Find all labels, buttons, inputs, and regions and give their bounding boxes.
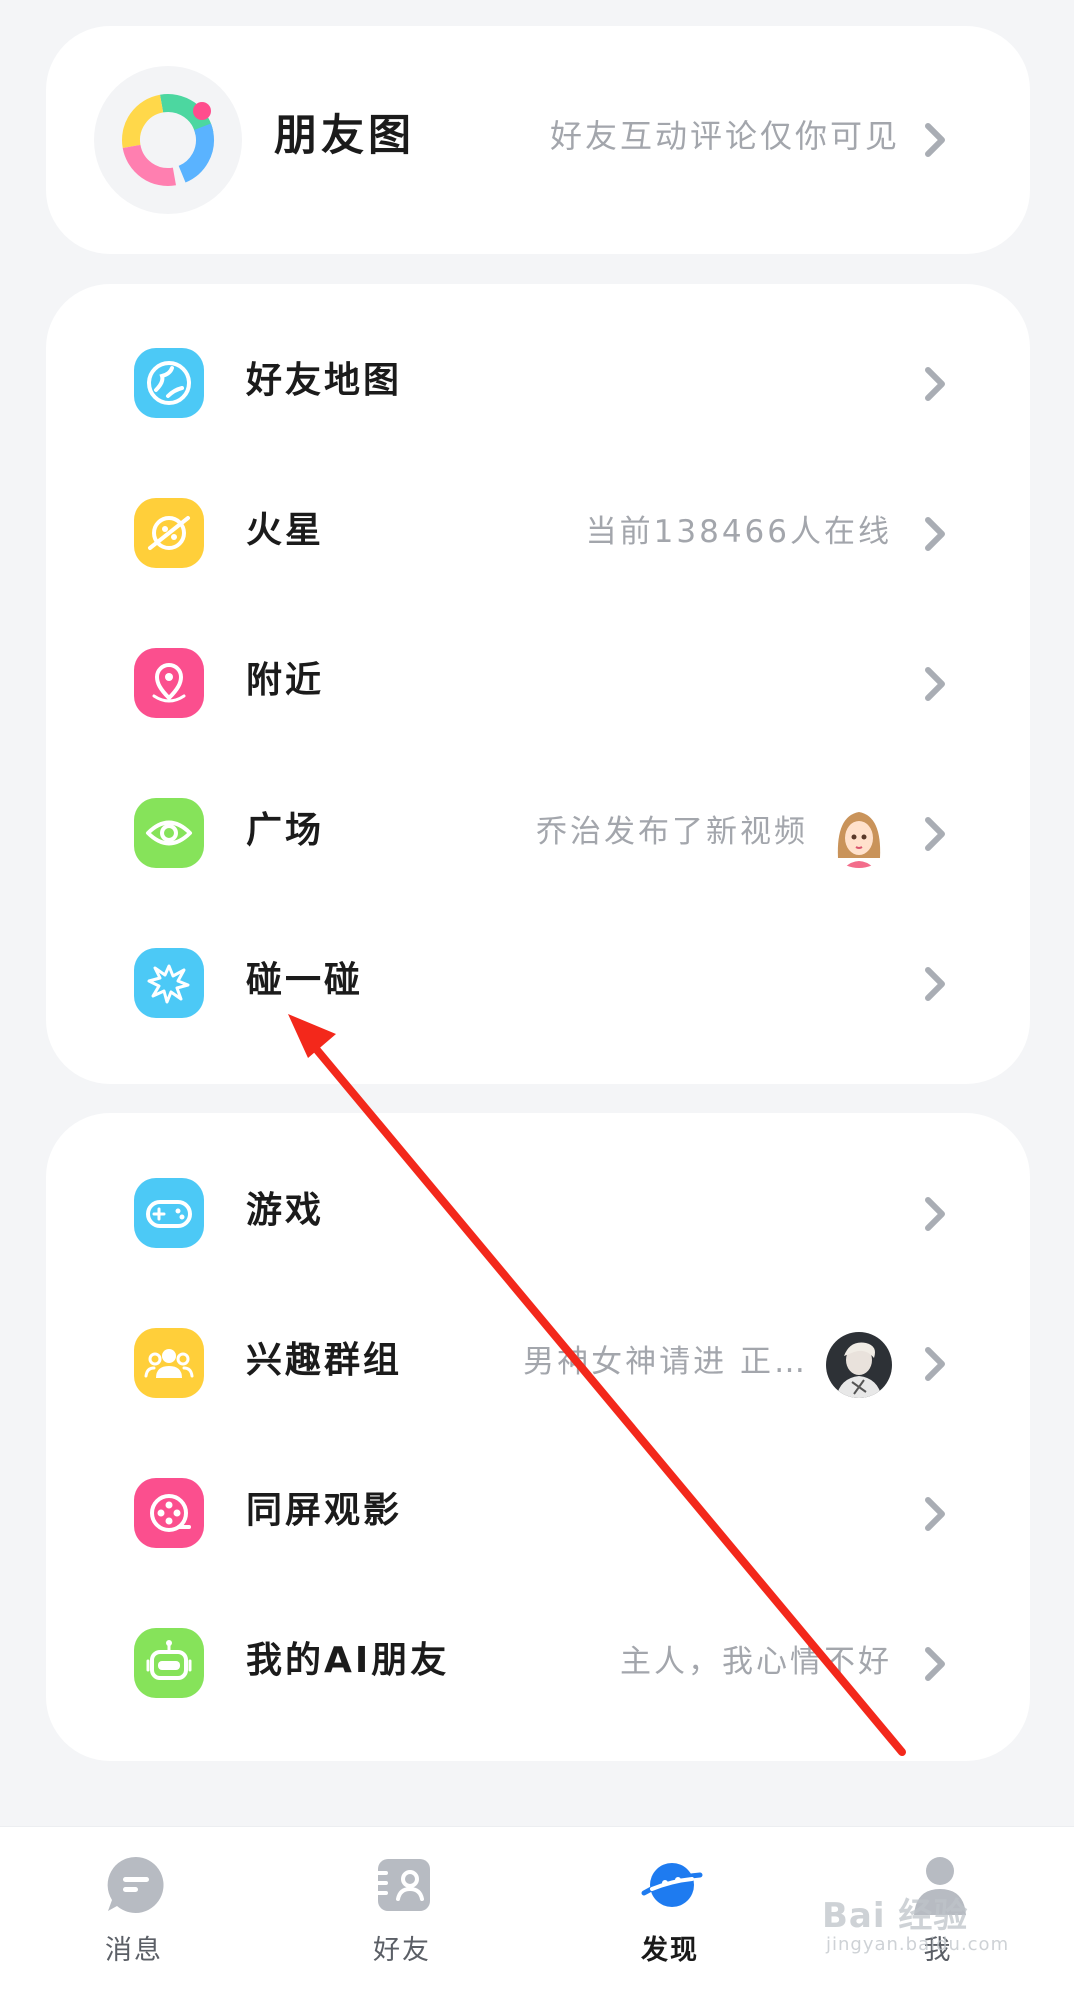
chevron-right-icon	[925, 367, 945, 401]
gamepad-icon	[134, 1178, 204, 1248]
feature-row-nearby[interactable]: 附近	[46, 608, 1030, 758]
avatar	[826, 1332, 892, 1398]
moments-title: 朋友图	[274, 111, 415, 161]
feature-row-square[interactable]: 广场 乔治发布了新视频	[46, 758, 1030, 908]
feature-row-friend-map[interactable]: 好友地图	[46, 308, 1030, 458]
planet-icon	[134, 498, 204, 568]
chevron-right-icon	[925, 123, 945, 157]
extra-label: 兴趣群组	[246, 1340, 403, 1381]
group-preview-text: 男神女神请进 正…	[523, 1344, 808, 1380]
watermark-url: jingyan.baidu.com	[826, 1934, 1010, 1955]
tab-label: 发现	[641, 1935, 699, 1966]
square-update-text: 乔治发布了新视频	[536, 814, 808, 850]
contacts-icon	[374, 1859, 430, 1911]
baidu-watermark: Bai 经验 jingyan.baidu.com	[822, 1888, 1032, 1968]
extra-label: 同屏观影	[246, 1490, 403, 1531]
extras-card: 游戏 兴趣群组 男神女神请进 正… 同屏观影 我的AI朋友 主人，我心情不好	[46, 1113, 1030, 1761]
tab-label: 好友	[373, 1935, 431, 1966]
extra-row-watch-together[interactable]: 同屏观影	[46, 1438, 1030, 1588]
chevron-right-icon	[925, 1647, 945, 1681]
extra-row-games[interactable]: 游戏	[46, 1138, 1030, 1288]
online-count: 当前138466人在线	[585, 514, 892, 550]
feature-label: 附近	[246, 660, 325, 701]
burst-icon	[134, 948, 204, 1018]
chevron-right-icon	[925, 1197, 945, 1231]
ai-friend-message: 主人，我心情不好	[620, 1644, 892, 1680]
tab-friends[interactable]: 好友	[268, 1827, 536, 1992]
moments-card[interactable]: 朋友图 好友互动评论仅你可见	[46, 26, 1030, 254]
chevron-right-icon	[925, 667, 945, 701]
location-pin-icon	[134, 648, 204, 718]
chevron-right-icon	[925, 1347, 945, 1381]
chevron-right-icon	[925, 1497, 945, 1531]
extra-label: 游戏	[246, 1190, 325, 1231]
tab-discover[interactable]: 发现	[536, 1827, 804, 1992]
feature-label: 好友地图	[246, 360, 403, 401]
film-reel-icon	[134, 1478, 204, 1548]
eye-icon	[134, 798, 204, 868]
chevron-right-icon	[925, 517, 945, 551]
chevron-right-icon	[925, 817, 945, 851]
globe-icon	[134, 348, 204, 418]
extra-row-interest-groups[interactable]: 兴趣群组 男神女神请进 正…	[46, 1288, 1030, 1438]
moments-logo-icon	[94, 66, 242, 214]
feature-label: 火星	[246, 510, 325, 551]
planet-icon	[641, 1863, 703, 1907]
message-bubble-icon	[107, 1856, 164, 1913]
tab-label: 消息	[105, 1935, 163, 1966]
feature-label: 碰一碰	[246, 960, 364, 1001]
feature-row-bump[interactable]: 碰一碰	[46, 908, 1030, 1058]
avatar	[826, 802, 892, 868]
extra-row-ai-friend[interactable]: 我的AI朋友 主人，我心情不好	[46, 1588, 1030, 1738]
feature-label: 广场	[246, 810, 325, 851]
extra-label: 我的AI朋友	[246, 1640, 450, 1681]
moments-subtitle: 好友互动评论仅你可见	[549, 117, 900, 155]
tab-messages[interactable]: 消息	[0, 1827, 268, 1992]
features-card: 好友地图 火星 当前138466人在线 附近 广场 乔治发布了新视频 碰一碰	[46, 284, 1030, 1084]
chevron-right-icon	[925, 967, 945, 1001]
robot-icon	[134, 1628, 204, 1698]
watermark-main: Bai 经验	[822, 1896, 969, 1936]
feature-row-mars[interactable]: 火星 当前138466人在线	[46, 458, 1030, 608]
group-icon	[134, 1328, 204, 1398]
